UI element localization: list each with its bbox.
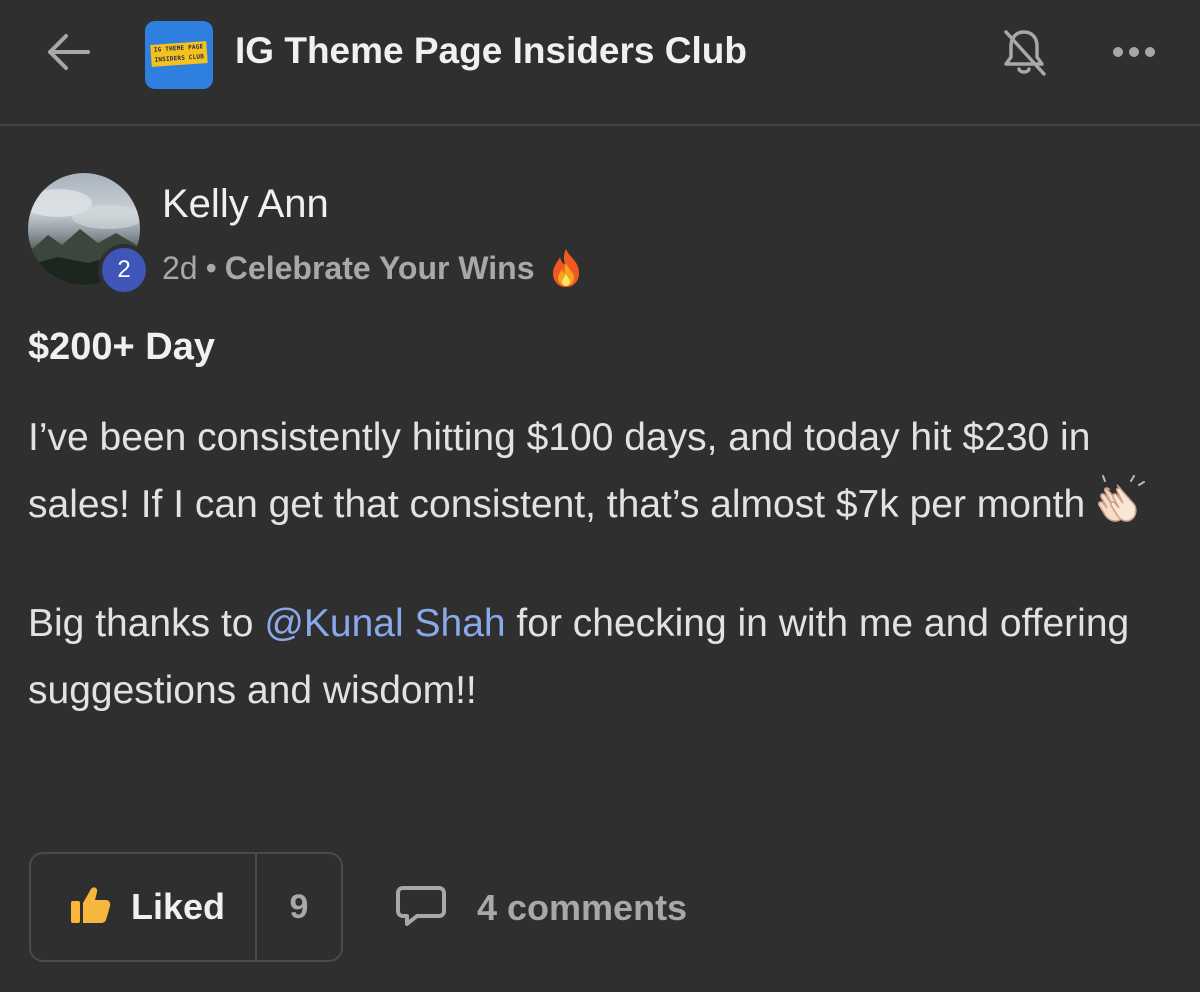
logo-text-line2: INSIDERS CLUB bbox=[154, 53, 205, 64]
notifications-toggle-button[interactable] bbox=[996, 26, 1052, 82]
logo-text-line1: IG THEME PAGE bbox=[153, 43, 204, 54]
comment-bubble-icon bbox=[395, 884, 447, 933]
like-group: Liked 9 bbox=[29, 852, 343, 962]
fire-emoji-icon bbox=[549, 247, 583, 289]
group-logo[interactable]: IG THEME PAGE INSIDERS CLUB bbox=[145, 21, 213, 89]
more-options-button[interactable] bbox=[1106, 36, 1162, 72]
like-button[interactable]: Liked bbox=[31, 854, 257, 960]
like-label: Liked bbox=[131, 886, 226, 927]
like-count[interactable]: 9 bbox=[257, 854, 341, 960]
comments-label: 4 comments bbox=[477, 887, 688, 928]
comments-button[interactable]: 4 comments bbox=[395, 880, 687, 936]
user-mention-link[interactable]: @Kunal Shah bbox=[264, 602, 505, 645]
level-badge: 2 bbox=[98, 244, 150, 296]
post-body: I’ve been consistently hitting $100 days… bbox=[28, 404, 1178, 724]
post-paragraph-2: Big thanks to @Kunal Shah for checking i… bbox=[28, 590, 1178, 724]
bell-off-icon bbox=[1000, 26, 1048, 83]
clapping-hands-emoji-icon bbox=[1097, 475, 1149, 546]
author-name[interactable]: Kelly Ann bbox=[162, 182, 329, 227]
category-link[interactable]: Celebrate Your Wins bbox=[225, 250, 535, 287]
more-horizontal-icon bbox=[1110, 45, 1158, 64]
post-meta: 2d • Celebrate Your Wins bbox=[162, 246, 583, 290]
thumbs-up-icon bbox=[69, 885, 111, 930]
meta-separator: • bbox=[205, 249, 217, 286]
logo-banner: IG THEME PAGE INSIDERS CLUB bbox=[150, 41, 208, 67]
paragraph-1-text: I’ve been consistently hitting $100 days… bbox=[28, 416, 1091, 526]
post-title: $200+ Day bbox=[28, 326, 215, 368]
group-title[interactable]: IG Theme Page Insiders Club bbox=[235, 30, 747, 72]
post-paragraph-1: I’ve been consistently hitting $100 days… bbox=[28, 404, 1178, 546]
post-age: 2d bbox=[162, 249, 198, 286]
paragraph-2-text-before: Big thanks to bbox=[28, 602, 265, 645]
back-arrow-icon bbox=[44, 32, 92, 77]
back-button[interactable] bbox=[40, 28, 96, 80]
top-app-bar: IG THEME PAGE INSIDERS CLUB IG Theme Pag… bbox=[0, 0, 1200, 126]
